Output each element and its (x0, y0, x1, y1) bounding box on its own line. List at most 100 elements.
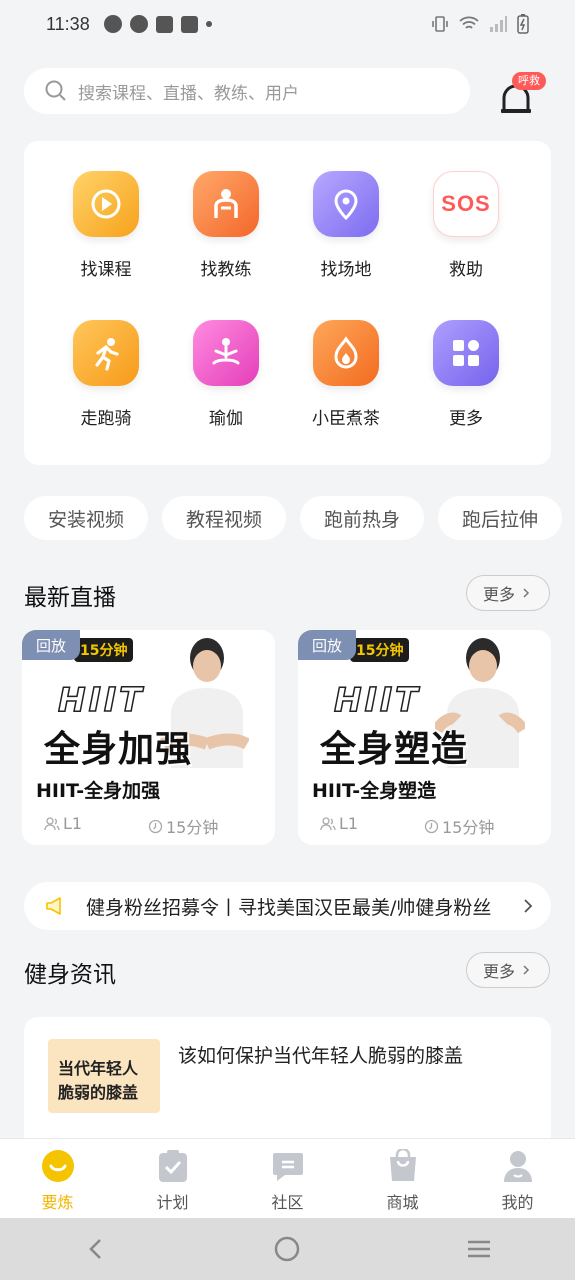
location-pin-icon (313, 171, 379, 237)
chevron-right-icon (523, 965, 530, 975)
app-status-icon (129, 15, 148, 33)
chip-install-video[interactable]: 安装视频 (24, 496, 149, 540)
chip-stretch[interactable]: 跑后拉伸 (438, 496, 563, 540)
chip-tutorial-video[interactable]: 教程视频 (162, 496, 287, 540)
grid-item-running[interactable]: 走跑骑 (46, 320, 166, 429)
bottom-tab-bar: 要炼 计划 社区 商城 我的 (0, 1138, 575, 1218)
alarm-badge: 呼救 (512, 72, 546, 90)
notice-text: 健身粉丝招募令丨寻找美国汉臣最美/帅健身粉丝 (86, 896, 492, 919)
sos-icon: SOS (433, 171, 499, 237)
flame-icon (313, 320, 379, 386)
tab-profile[interactable]: 我的 (460, 1139, 575, 1218)
grid-label: 救助 (449, 260, 483, 280)
thumb-en-text: HIIT (333, 679, 421, 720)
thumb-cn-text: 全身加强 (44, 729, 193, 770)
live-level: L1 (44, 814, 82, 833)
news-title: 该如何保护当代年轻人脆弱的膝盖 (178, 1045, 464, 1067)
chip-warmup[interactable]: 跑前热身 (300, 496, 425, 540)
notice-bar[interactable]: 健身粉丝招募令丨寻找美国汉臣最美/帅健身粉丝 (24, 882, 551, 930)
grid-item-coach[interactable]: 找教练 (166, 171, 286, 280)
play-course-icon (73, 171, 139, 237)
live-name: HIIT-全身塑造 (312, 780, 437, 802)
grid-item-more[interactable]: 更多 (406, 320, 526, 429)
grid-label: 找场地 (320, 260, 372, 280)
chevron-right-icon (523, 588, 530, 598)
grid-label: 小臣煮茶 (312, 409, 380, 429)
clipboard-check-icon (158, 1150, 187, 1182)
thumb-cn-text: 全身塑造 (320, 729, 469, 770)
running-icon (73, 320, 139, 386)
live-name: HIIT-全身加强 (36, 780, 161, 802)
chevron-right-icon (524, 899, 533, 913)
user-icon (44, 816, 60, 830)
grid-label: 找教练 (200, 260, 252, 280)
more-dot-icon (205, 21, 212, 27)
grid-item-rescue[interactable]: SOS 救助 (406, 171, 526, 280)
yoga-icon (193, 320, 259, 386)
grid-label: 走跑骑 (80, 409, 132, 429)
search-bar[interactable]: 搜索课程、直播、教练、用户 (24, 68, 470, 114)
system-nav-bar (0, 1218, 575, 1280)
replay-badge: 回放 (22, 630, 80, 660)
thumb-line-2: 脆弱的膝盖 (58, 1083, 139, 1102)
tab-mall[interactable]: 商城 (345, 1139, 460, 1218)
news-section-title: 健身资讯 (24, 962, 116, 988)
tab-plan[interactable]: 计划 (115, 1139, 230, 1218)
back-icon[interactable] (82, 1235, 110, 1263)
duration-text: 15分钟 (166, 818, 219, 837)
battery-icon (517, 14, 529, 34)
live-duration: 15分钟 (424, 814, 494, 838)
search-icon (45, 80, 66, 101)
clock-icon (424, 819, 439, 833)
live-level: L1 (320, 814, 358, 833)
clock-icon (148, 819, 163, 833)
level-text: L1 (63, 814, 83, 833)
news-item[interactable]: 当代年轻人 脆弱的膝盖 该如何保护当代年轻人脆弱的膝盖 (24, 1017, 551, 1157)
video-chips: 安装视频 教程视频 跑前热身 跑后拉伸 (24, 496, 563, 540)
grid-item-yoga[interactable]: 瑜伽 (166, 320, 286, 429)
live-duration: 15分钟 (148, 814, 218, 838)
grid-item-tea[interactable]: 小臣煮茶 (286, 320, 406, 429)
tab-label: 要炼 (41, 1193, 74, 1212)
tab-community[interactable]: 社区 (230, 1139, 345, 1218)
tab-workout[interactable]: 要炼 (0, 1139, 115, 1218)
live-thumbnail: 15分钟 HIIT 全身加强 回放 (22, 630, 275, 770)
wifi-icon (459, 16, 479, 29)
settings-status-icon (103, 15, 122, 33)
chat-icon (272, 1153, 303, 1181)
thumb-en-text: HIIT (57, 679, 145, 720)
grid-label: 瑜伽 (209, 409, 243, 429)
grid-label: 更多 (449, 409, 483, 429)
duration-tag: 15分钟 (350, 638, 410, 662)
status-notification-icons (103, 15, 212, 33)
more-label: 更多 (482, 585, 515, 604)
more-label: 更多 (482, 962, 515, 981)
duration-tag: 15分钟 (74, 638, 134, 662)
grid-label: 找课程 (80, 260, 132, 280)
home-icon[interactable] (273, 1235, 301, 1263)
recents-menu-icon[interactable] (465, 1235, 493, 1263)
tab-label: 计划 (156, 1193, 189, 1212)
coach-icon (193, 171, 259, 237)
grid-item-courses[interactable]: 找课程 (46, 171, 166, 280)
user-icon (320, 816, 336, 830)
grid-item-venue[interactable]: 找场地 (286, 171, 406, 280)
shop2-status-icon (180, 15, 198, 33)
search-placeholder: 搜索课程、直播、教练、用户 (78, 83, 299, 104)
shop-status-icon (155, 15, 173, 33)
shopping-bag-icon (389, 1149, 416, 1181)
status-time: 11:38 (46, 13, 90, 34)
thumb-line-1: 当代年轻人 (58, 1059, 139, 1078)
live-more-button[interactable]: 更多 (466, 575, 550, 611)
news-more-button[interactable]: 更多 (466, 952, 550, 988)
live-card-1[interactable]: 15分钟 HIIT 全身加强 回放 HIIT-全身加强 L1 15分钟 (22, 630, 275, 845)
tab-label: 商城 (386, 1193, 419, 1212)
function-grid: 找课程 找教练 找场地 SOS 救助 走跑骑 瑜伽 小臣煮茶 更多 (24, 141, 551, 465)
live-card-2[interactable]: 15分钟 HIIT 全身塑造 回放 HIIT-全身塑造 L1 15分钟 (298, 630, 551, 845)
megaphone-icon (46, 897, 61, 915)
replay-badge: 回放 (298, 630, 356, 660)
live-section-title: 最新直播 (24, 585, 116, 611)
tab-label: 我的 (501, 1193, 534, 1212)
tab-label: 社区 (271, 1193, 304, 1212)
more-grid-icon (433, 320, 499, 386)
